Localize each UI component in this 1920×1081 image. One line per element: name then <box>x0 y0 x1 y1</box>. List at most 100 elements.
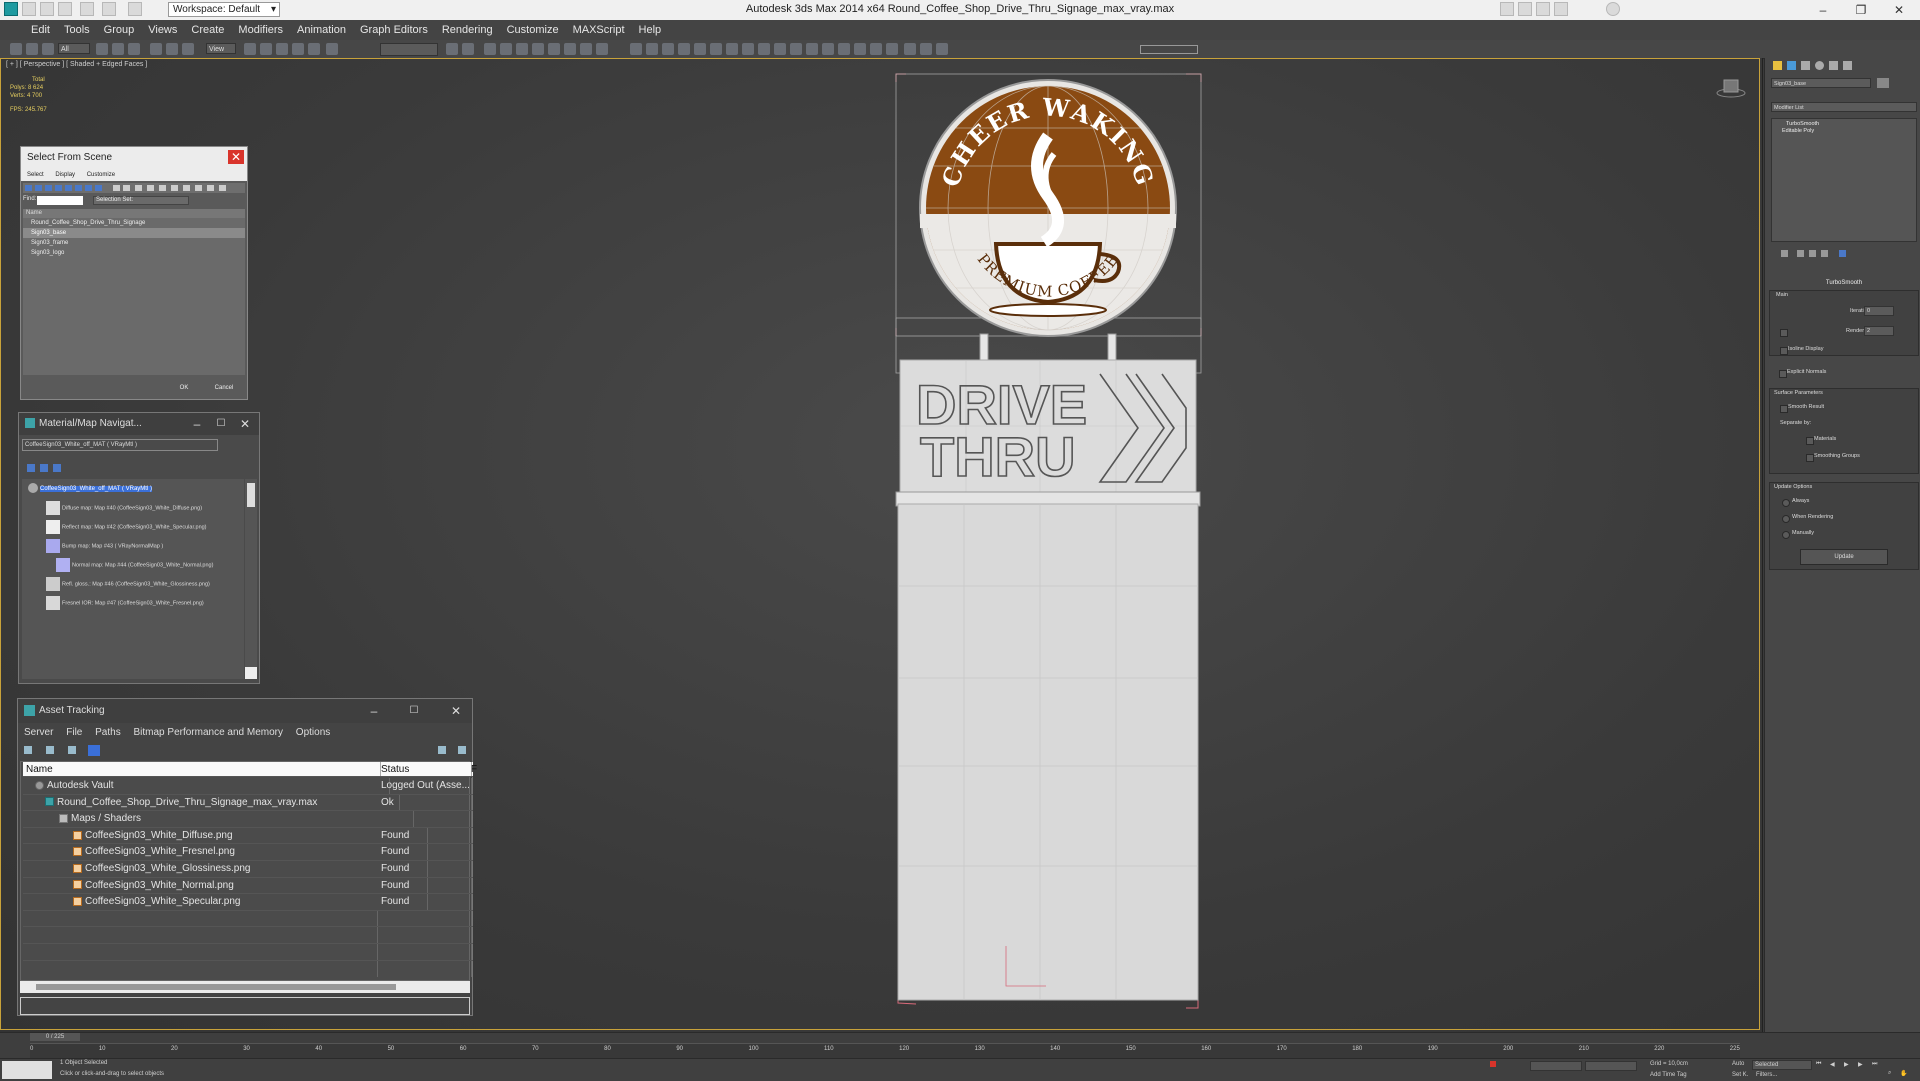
material-tree-item[interactable]: Diffuse map: Map #40 (CoffeeSign03_White… <box>46 501 202 515</box>
key-filters-button[interactable]: Filters... <box>1756 1072 1777 1078</box>
asset-h-scrollbar[interactable] <box>20 981 470 993</box>
pin-stack-icon[interactable] <box>1781 250 1788 257</box>
menu-customize[interactable]: Customize <box>500 20 566 40</box>
maxscript-listener-mini[interactable] <box>2 1061 52 1079</box>
modify-tab-icon[interactable] <box>1787 61 1796 70</box>
rotate-icon[interactable] <box>166 43 178 55</box>
object-name-field[interactable]: Sign03_base <box>1771 78 1871 88</box>
vray-camera-icon[interactable] <box>758 43 770 55</box>
lock-selection-icon[interactable] <box>1490 1061 1496 1067</box>
close-icon[interactable]: ✕ <box>228 150 244 164</box>
smoothing-groups-checkbox[interactable] <box>1806 454 1814 462</box>
spinner-snap-icon[interactable] <box>308 43 320 55</box>
minimize-icon[interactable]: – <box>366 704 382 718</box>
vray-material-icon[interactable] <box>790 43 802 55</box>
scale-icon[interactable] <box>182 43 194 55</box>
select-link-icon[interactable] <box>10 43 22 55</box>
key-mode-dropdown[interactable]: Selected <box>1752 1060 1812 1070</box>
minimize-icon[interactable]: – <box>189 417 205 431</box>
x-coord-field[interactable] <box>1530 1061 1582 1071</box>
move-icon[interactable] <box>150 43 162 55</box>
refresh-icon[interactable] <box>458 746 466 754</box>
selection-set-dropdown[interactable]: Selection Set: <box>93 196 189 205</box>
table-row[interactable]: Autodesk Vault Logged Out (Asse... <box>23 778 473 795</box>
find-input[interactable] <box>37 196 83 205</box>
asset-menu-server[interactable]: Server <box>24 727 53 738</box>
sfs-col-name[interactable]: Name <box>23 209 245 218</box>
table-row[interactable]: CoffeeSign03_White_Normal.png Found <box>23 877 473 895</box>
filter-icons[interactable] <box>23 183 245 193</box>
material-tree-root[interactable]: CoffeeSign03_White_off_MAT ( VRayMtl ) <box>28 483 152 493</box>
reference-coord-dropdown[interactable]: View <box>206 43 236 54</box>
vray-dome-icon[interactable] <box>678 43 690 55</box>
restore-icon[interactable]: ❐ <box>1846 2 1876 18</box>
list-icon[interactable] <box>46 746 54 754</box>
col-status[interactable]: Status <box>378 762 472 776</box>
object-color-swatch[interactable] <box>1877 78 1889 88</box>
turbosmooth-rollout-title[interactable]: TurboSmooth <box>1769 280 1919 289</box>
vray-help-icon[interactable] <box>886 43 898 55</box>
material-editor-icon[interactable] <box>548 43 560 55</box>
asset-menu-options[interactable]: Options <box>296 727 330 738</box>
material-tree-item[interactable]: Fresnel IOR: Map #47 (CoffeeSign03_White… <box>46 596 204 610</box>
table-row[interactable]: Round_Coffee_Shop_Drive_Thru_Signage_max… <box>23 794 473 812</box>
pivot-icon[interactable] <box>244 43 256 55</box>
when-rendering-radio[interactable] <box>1782 515 1790 523</box>
table-row[interactable]: CoffeeSign03_White_Fresnel.png Found <box>23 844 473 861</box>
stack-item-turbosmooth[interactable]: TurboSmooth <box>1772 119 1916 127</box>
menu-rendering[interactable]: Rendering <box>435 20 500 40</box>
table-row[interactable]: CoffeeSign03_White_Glossiness.png Found <box>23 861 473 878</box>
minimize-icon[interactable]: – <box>1808 2 1838 18</box>
material-tree-item[interactable]: Normal map: Map #44 (CoffeeSign03_White_… <box>56 558 213 572</box>
table-view-icon[interactable] <box>88 745 100 756</box>
table-row[interactable]: CoffeeSign03_White_Diffuse.png Found <box>23 827 473 845</box>
select-by-name-icon[interactable] <box>112 43 124 55</box>
y-coord-field[interactable] <box>1585 1061 1637 1071</box>
previous-frame-icon[interactable]: ◀ <box>1830 1061 1835 1068</box>
bind-space-warp-icon[interactable] <box>42 43 54 55</box>
always-radio[interactable] <box>1782 499 1790 507</box>
show-end-result-icon[interactable] <box>1797 250 1804 257</box>
render-setup-icon[interactable] <box>564 43 576 55</box>
stack-item-editable-poly[interactable]: Editable Poly <box>1772 127 1916 134</box>
menu-edit[interactable]: Edit <box>24 20 57 40</box>
mirror-icon[interactable] <box>446 43 458 55</box>
table-row[interactable]: Maps / Shaders <box>23 811 473 828</box>
material-tree-scrollbar[interactable] <box>245 479 257 679</box>
go-to-end-icon[interactable]: ⏭ <box>1872 1061 1877 1068</box>
sfs-item[interactable]: Sign03_logo <box>23 248 245 258</box>
graphite-icon[interactable] <box>500 43 512 55</box>
display-tab-icon[interactable] <box>1829 61 1838 70</box>
menu-help[interactable]: Help <box>632 20 669 40</box>
menu-group[interactable]: Group <box>97 20 142 40</box>
col-name[interactable]: Name <box>23 762 381 776</box>
search-binoculars-icon[interactable] <box>1500 2 1514 16</box>
asset-path-field[interactable] <box>20 997 470 1015</box>
asset-menu-bitmap-performance[interactable]: Bitmap Performance and Memory <box>134 727 284 738</box>
play-icon[interactable]: ▶ <box>1844 1061 1849 1068</box>
vray-fur-icon[interactable] <box>742 43 754 55</box>
make-unique-icon[interactable] <box>1809 250 1816 257</box>
update-button[interactable]: Update <box>1800 549 1888 565</box>
coffee-drive-thru-sign-model[interactable]: CHEER WAKING PREMIUM COFFEE DRIVE THRU <box>886 66 1206 1012</box>
modifier-list-dropdown[interactable]: Modifier List <box>1771 102 1917 112</box>
render-icon[interactable] <box>596 43 608 55</box>
add-time-tag[interactable]: Add Time Tag <box>1650 1072 1687 1078</box>
freeze-icon[interactable] <box>936 43 948 55</box>
rect-selection-icon[interactable] <box>128 43 140 55</box>
asset-tracking-titlebar[interactable]: Asset Tracking <box>18 699 472 723</box>
align-icon[interactable] <box>462 43 474 55</box>
zoom-icon[interactable]: ⌕ <box>1888 1070 1891 1077</box>
close-icon[interactable]: ✕ <box>1884 2 1914 18</box>
vray-mesh-export-icon[interactable] <box>806 43 818 55</box>
angle-snap-icon[interactable] <box>276 43 288 55</box>
materials-checkbox[interactable] <box>1806 437 1814 445</box>
remove-modifier-icon[interactable] <box>1821 250 1828 257</box>
help-icon[interactable] <box>438 746 446 754</box>
ribbon-toggle[interactable] <box>1140 45 1198 54</box>
sfs-menu-customize[interactable]: Customize <box>87 172 115 178</box>
vray-sphere-icon[interactable] <box>726 43 738 55</box>
sfs-menu-select[interactable]: Select <box>27 172 44 178</box>
utilities-tab-icon[interactable] <box>1843 61 1852 70</box>
named-selection-dropdown[interactable] <box>380 43 438 56</box>
